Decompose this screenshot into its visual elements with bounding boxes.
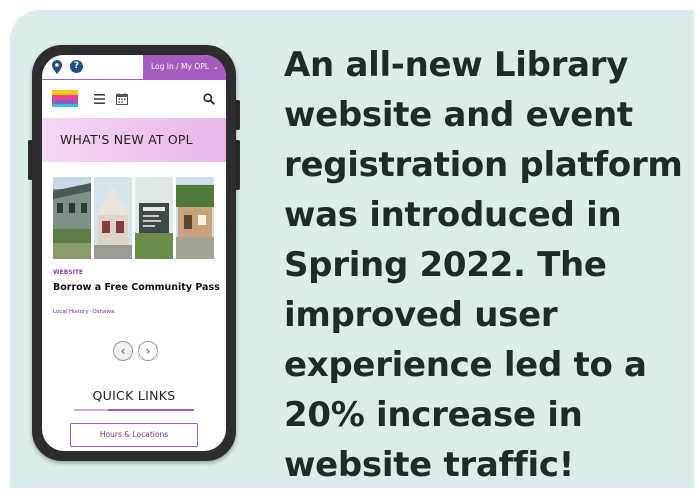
login-button[interactable]: Log In / My OPL ⌄ — [143, 55, 226, 79]
chevron-down-icon: ⌄ — [212, 63, 219, 71]
divider — [74, 409, 108, 411]
search-icon[interactable] — [203, 93, 215, 105]
quick-links-title: QUICK LINKS — [92, 388, 176, 403]
building-photo — [53, 177, 91, 259]
map-pin-icon[interactable] — [52, 60, 62, 74]
article-title[interactable]: Borrow a Free Community Pass — [53, 282, 220, 293]
banner-title: WHAT'S NEW AT OPL — [60, 132, 193, 147]
meta-link[interactable]: Oshawa — [92, 309, 114, 315]
article-category[interactable]: WEBSITE — [53, 269, 83, 276]
news-banner: WHAT'S NEW AT OPL — [42, 118, 226, 162]
phone-screen: ? Log In / My OPL ⌄ WHAT'S NEW AT OPL WE… — [42, 55, 226, 451]
login-label: Log In / My OPL — [151, 62, 209, 71]
calendar-icon[interactable] — [116, 93, 128, 105]
featured-image-collage[interactable] — [53, 177, 215, 259]
chevron-right-icon[interactable]: › — [138, 341, 158, 361]
menu-icon[interactable] — [94, 94, 105, 104]
library-logo[interactable] — [52, 90, 78, 107]
meta-link[interactable]: Local History — [53, 309, 89, 315]
help-icon[interactable]: ? — [70, 60, 83, 73]
article-meta: Local History·Oshawa — [53, 309, 114, 315]
headline-text: An all-new Library website and event reg… — [284, 45, 683, 485]
chevron-left-icon[interactable]: ‹ — [113, 341, 133, 361]
building-photo — [176, 177, 214, 259]
nav-bar — [42, 80, 226, 118]
phone-mockup: ? Log In / My OPL ⌄ WHAT'S NEW AT OPL WE… — [32, 45, 236, 461]
utility-bar: ? Log In / My OPL ⌄ — [42, 55, 226, 79]
sign-photo — [135, 177, 173, 259]
hours-locations-button[interactable]: Hours & Locations — [70, 423, 198, 447]
building-photo — [94, 177, 132, 259]
